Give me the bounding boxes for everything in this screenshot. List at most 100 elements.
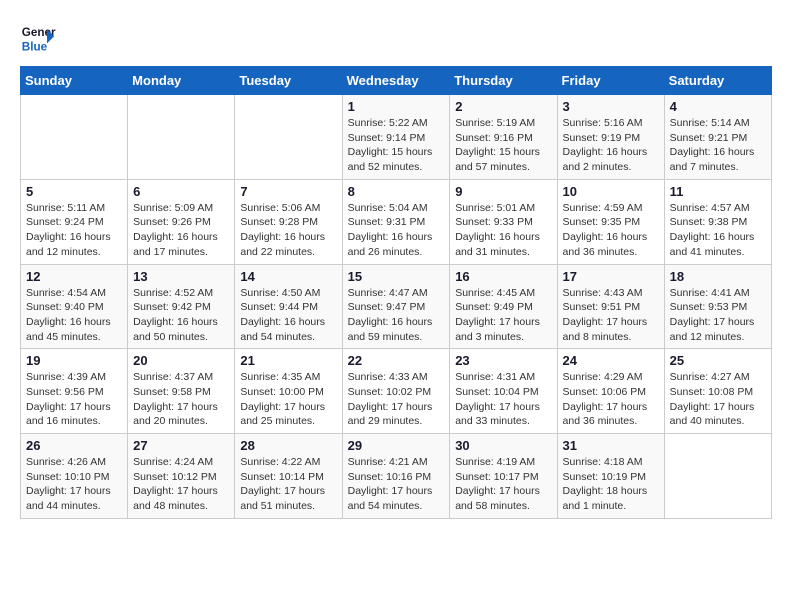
day-info: Sunrise: 4:33 AM Sunset: 10:02 PM Daylig… bbox=[348, 370, 445, 429]
calendar-cell: 1 Sunrise: 5:22 AM Sunset: 9:14 PM Daylig… bbox=[342, 95, 450, 180]
day-number: 20 bbox=[133, 353, 229, 368]
day-number: 5 bbox=[26, 184, 122, 199]
calendar-cell: 14Sunrise: 4:50 AM Sunset: 9:44 PM Dayli… bbox=[235, 264, 342, 349]
day-number: 31 bbox=[563, 438, 659, 453]
day-info: Sunrise: 5:22 AM Sunset: 9:14 PM Dayligh… bbox=[348, 116, 445, 175]
weekday-header-tuesday: Tuesday bbox=[235, 67, 342, 95]
page-header: GeneralBlue bbox=[20, 20, 772, 56]
calendar-cell: 10 Sunrise: 4:59 AM Sunset: 9:35 PM Dayli… bbox=[557, 179, 664, 264]
day-info: Sunrise: 4:43 AM Sunset: 9:51 PM Dayligh… bbox=[563, 286, 659, 345]
calendar-cell: 2 Sunrise: 5:19 AM Sunset: 9:16 PM Daylig… bbox=[450, 95, 557, 180]
day-info: Sunrise: 4:19 AM Sunset: 10:17 PM Daylig… bbox=[455, 455, 551, 514]
day-info: Sunrise: 4:26 AM Sunset: 10:10 PM Daylig… bbox=[26, 455, 122, 514]
day-number: 21 bbox=[240, 353, 336, 368]
day-number: 18 bbox=[670, 269, 766, 284]
calendar-cell: 29Sunrise: 4:21 AM Sunset: 10:16 PM Dayl… bbox=[342, 434, 450, 519]
calendar-cell: 19 Sunrise: 4:39 AM Sunset: 9:56 PM Dayli… bbox=[21, 349, 128, 434]
day-number: 16 bbox=[455, 269, 551, 284]
calendar-body: 1 Sunrise: 5:22 AM Sunset: 9:14 PM Daylig… bbox=[21, 95, 772, 519]
day-info: Sunrise: 4:39 AM Sunset: 9:56 PM Dayligh… bbox=[26, 370, 122, 429]
calendar-cell bbox=[128, 95, 235, 180]
calendar-cell: 16Sunrise: 4:45 AM Sunset: 9:49 PM Dayli… bbox=[450, 264, 557, 349]
day-number: 23 bbox=[455, 353, 551, 368]
calendar-week-2: 12Sunrise: 4:54 AM Sunset: 9:40 PM Dayli… bbox=[21, 264, 772, 349]
calendar-cell: 31 Sunrise: 4:18 AM Sunset: 10:19 PM Dayl… bbox=[557, 434, 664, 519]
calendar-cell: 12Sunrise: 4:54 AM Sunset: 9:40 PM Dayli… bbox=[21, 264, 128, 349]
calendar-cell: 7Sunrise: 5:06 AM Sunset: 9:28 PM Daylig… bbox=[235, 179, 342, 264]
day-info: Sunrise: 4:37 AM Sunset: 9:58 PM Dayligh… bbox=[133, 370, 229, 429]
calendar-header: SundayMondayTuesdayWednesdayThursdayFrid… bbox=[21, 67, 772, 95]
calendar-cell: 20 Sunrise: 4:37 AM Sunset: 9:58 PM Dayli… bbox=[128, 349, 235, 434]
weekday-header-wednesday: Wednesday bbox=[342, 67, 450, 95]
calendar-cell: 30 Sunrise: 4:19 AM Sunset: 10:17 PM Dayl… bbox=[450, 434, 557, 519]
calendar-cell: 28 Sunrise: 4:22 AM Sunset: 10:14 PM Dayl… bbox=[235, 434, 342, 519]
logo: GeneralBlue bbox=[20, 20, 56, 56]
day-number: 9 bbox=[455, 184, 551, 199]
day-number: 11 bbox=[670, 184, 766, 199]
day-number: 25 bbox=[670, 353, 766, 368]
weekday-header-friday: Friday bbox=[557, 67, 664, 95]
day-number: 27 bbox=[133, 438, 229, 453]
day-number: 2 bbox=[455, 99, 551, 114]
calendar-cell: 23 Sunrise: 4:31 AM Sunset: 10:04 PM Dayl… bbox=[450, 349, 557, 434]
day-number: 3 bbox=[563, 99, 659, 114]
logo-icon: GeneralBlue bbox=[20, 20, 56, 56]
weekday-header-thursday: Thursday bbox=[450, 67, 557, 95]
day-number: 19 bbox=[26, 353, 122, 368]
day-info: Sunrise: 4:41 AM Sunset: 9:53 PM Dayligh… bbox=[670, 286, 766, 345]
calendar-cell: 3 Sunrise: 5:16 AM Sunset: 9:19 PM Daylig… bbox=[557, 95, 664, 180]
day-info: Sunrise: 4:35 AM Sunset: 10:00 PM Daylig… bbox=[240, 370, 336, 429]
calendar-cell: 26Sunrise: 4:26 AM Sunset: 10:10 PM Dayl… bbox=[21, 434, 128, 519]
day-number: 7 bbox=[240, 184, 336, 199]
day-info: Sunrise: 5:16 AM Sunset: 9:19 PM Dayligh… bbox=[563, 116, 659, 175]
day-info: Sunrise: 5:04 AM Sunset: 9:31 PM Dayligh… bbox=[348, 201, 445, 260]
calendar-cell: 13Sunrise: 4:52 AM Sunset: 9:42 PM Dayli… bbox=[128, 264, 235, 349]
calendar-cell: 22Sunrise: 4:33 AM Sunset: 10:02 PM Dayl… bbox=[342, 349, 450, 434]
calendar-week-0: 1 Sunrise: 5:22 AM Sunset: 9:14 PM Daylig… bbox=[21, 95, 772, 180]
day-number: 28 bbox=[240, 438, 336, 453]
day-number: 1 bbox=[348, 99, 445, 114]
calendar-cell: 21 Sunrise: 4:35 AM Sunset: 10:00 PM Dayl… bbox=[235, 349, 342, 434]
calendar-week-3: 19 Sunrise: 4:39 AM Sunset: 9:56 PM Dayli… bbox=[21, 349, 772, 434]
day-number: 6 bbox=[133, 184, 229, 199]
day-number: 10 bbox=[563, 184, 659, 199]
day-number: 24 bbox=[563, 353, 659, 368]
day-info: Sunrise: 4:54 AM Sunset: 9:40 PM Dayligh… bbox=[26, 286, 122, 345]
day-info: Sunrise: 5:11 AM Sunset: 9:24 PM Dayligh… bbox=[26, 201, 122, 260]
calendar-week-1: 5 Sunrise: 5:11 AM Sunset: 9:24 PM Daylig… bbox=[21, 179, 772, 264]
day-number: 14 bbox=[240, 269, 336, 284]
calendar-cell: 15Sunrise: 4:47 AM Sunset: 9:47 PM Dayli… bbox=[342, 264, 450, 349]
calendar-cell: 4 Sunrise: 5:14 AM Sunset: 9:21 PM Daylig… bbox=[664, 95, 771, 180]
weekday-header-monday: Monday bbox=[128, 67, 235, 95]
day-info: Sunrise: 5:01 AM Sunset: 9:33 PM Dayligh… bbox=[455, 201, 551, 260]
day-number: 30 bbox=[455, 438, 551, 453]
day-info: Sunrise: 5:19 AM Sunset: 9:16 PM Dayligh… bbox=[455, 116, 551, 175]
calendar-cell bbox=[21, 95, 128, 180]
day-info: Sunrise: 4:22 AM Sunset: 10:14 PM Daylig… bbox=[240, 455, 336, 514]
calendar-cell: 5 Sunrise: 5:11 AM Sunset: 9:24 PM Daylig… bbox=[21, 179, 128, 264]
weekday-header-saturday: Saturday bbox=[664, 67, 771, 95]
svg-text:Blue: Blue bbox=[22, 41, 48, 54]
calendar-cell: 25Sunrise: 4:27 AM Sunset: 10:08 PM Dayl… bbox=[664, 349, 771, 434]
weekday-row: SundayMondayTuesdayWednesdayThursdayFrid… bbox=[21, 67, 772, 95]
day-number: 15 bbox=[348, 269, 445, 284]
day-info: Sunrise: 4:31 AM Sunset: 10:04 PM Daylig… bbox=[455, 370, 551, 429]
calendar-week-4: 26Sunrise: 4:26 AM Sunset: 10:10 PM Dayl… bbox=[21, 434, 772, 519]
day-info: Sunrise: 5:09 AM Sunset: 9:26 PM Dayligh… bbox=[133, 201, 229, 260]
day-info: Sunrise: 4:52 AM Sunset: 9:42 PM Dayligh… bbox=[133, 286, 229, 345]
calendar-table: SundayMondayTuesdayWednesdayThursdayFrid… bbox=[20, 66, 772, 519]
calendar-cell: 18 Sunrise: 4:41 AM Sunset: 9:53 PM Dayli… bbox=[664, 264, 771, 349]
day-number: 4 bbox=[670, 99, 766, 114]
weekday-header-sunday: Sunday bbox=[21, 67, 128, 95]
day-number: 8 bbox=[348, 184, 445, 199]
day-number: 17 bbox=[563, 269, 659, 284]
calendar-cell: 11Sunrise: 4:57 AM Sunset: 9:38 PM Dayli… bbox=[664, 179, 771, 264]
calendar-cell: 6 Sunrise: 5:09 AM Sunset: 9:26 PM Daylig… bbox=[128, 179, 235, 264]
day-info: Sunrise: 4:24 AM Sunset: 10:12 PM Daylig… bbox=[133, 455, 229, 514]
calendar-cell: 8 Sunrise: 5:04 AM Sunset: 9:31 PM Daylig… bbox=[342, 179, 450, 264]
day-number: 29 bbox=[348, 438, 445, 453]
day-info: Sunrise: 4:18 AM Sunset: 10:19 PM Daylig… bbox=[563, 455, 659, 514]
calendar-cell: 9 Sunrise: 5:01 AM Sunset: 9:33 PM Daylig… bbox=[450, 179, 557, 264]
day-info: Sunrise: 5:14 AM Sunset: 9:21 PM Dayligh… bbox=[670, 116, 766, 175]
day-info: Sunrise: 4:59 AM Sunset: 9:35 PM Dayligh… bbox=[563, 201, 659, 260]
